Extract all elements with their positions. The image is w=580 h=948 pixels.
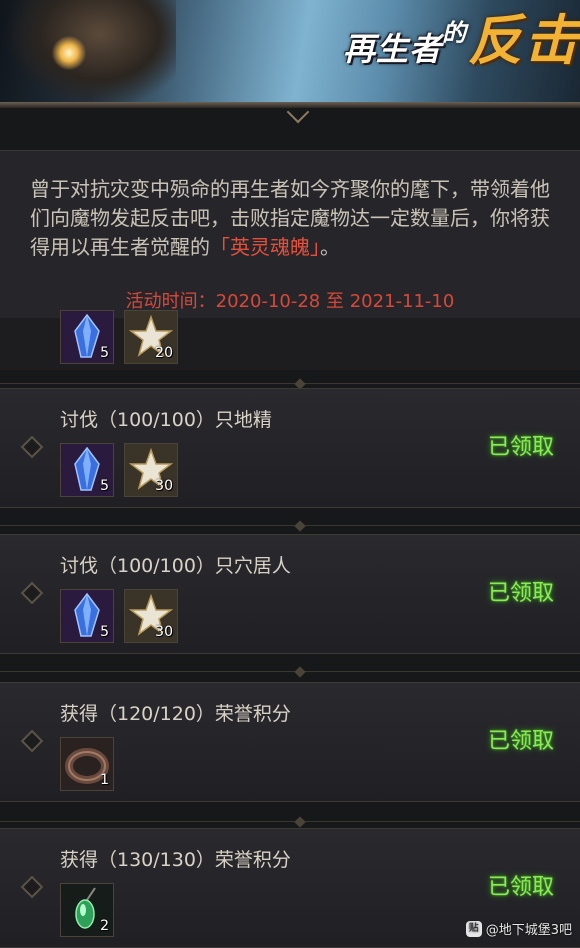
quest-row: 讨伐（100/100）只地精 5 30 已领取: [0, 388, 580, 508]
quest-title: 获得（130/130）荣誉积分: [60, 849, 291, 871]
item-count: 2: [100, 918, 109, 934]
reward-items: 5 30: [60, 589, 178, 643]
tieba-logo-icon: 贴: [465, 920, 482, 937]
reward-item[interactable]: 1: [60, 737, 114, 791]
description-end: 。: [320, 235, 340, 259]
watermark-text: @地下城堡3吧: [485, 923, 572, 938]
reward-item[interactable]: 30: [124, 589, 178, 643]
row-separator: [0, 520, 580, 532]
diamond-bullet-icon: [20, 875, 44, 899]
reward-item[interactable]: 20: [124, 310, 178, 364]
quest-title: 讨伐（100/100）只穴居人: [60, 555, 291, 577]
reward-items: 2: [60, 883, 114, 937]
item-count: 30: [155, 624, 173, 640]
item-count: 30: [155, 478, 173, 494]
watermark: 贴 @地下城堡3吧: [465, 919, 572, 938]
hooded-hero-illustration: [6, 0, 176, 104]
banner-title-part2: 的: [442, 18, 466, 47]
reward-items: 1: [60, 737, 114, 791]
item-count: 1: [100, 772, 109, 788]
claimed-status[interactable]: 已领取: [488, 575, 554, 607]
magic-glow-icon: [52, 36, 86, 70]
diamond-bullet-icon: [20, 581, 44, 605]
quest-title: 获得（120/120）荣誉积分: [60, 703, 291, 725]
reward-item[interactable]: 5: [60, 310, 114, 364]
banner-title: 再生者 的 反击: [343, 10, 580, 70]
diamond-bullet-icon: [20, 729, 44, 753]
event-description-panel: 曾于对抗灾变中殒命的再生者如今齐聚你的麾下，带领着他们向魔物发起反击吧，击败指定…: [0, 150, 580, 319]
banner-title-part3: 反击: [468, 8, 580, 72]
item-count: 5: [100, 478, 109, 494]
reward-items: 5 20: [60, 310, 178, 364]
description-highlight: 「英灵魂魄」: [210, 235, 320, 259]
claimed-status[interactable]: 已领取: [488, 429, 554, 461]
event-description: 曾于对抗灾变中殒命的再生者如今齐聚你的麾下，带领着他们向魔物发起反击吧，击败指定…: [30, 175, 560, 262]
reward-item[interactable]: 2: [60, 883, 114, 937]
item-count: 5: [100, 624, 109, 640]
item-count: 20: [155, 345, 173, 361]
quest-title: 讨伐（100/100）只地精: [60, 409, 272, 431]
reward-item[interactable]: 30: [124, 443, 178, 497]
quest-row-partial: 5 20: [0, 310, 580, 370]
diamond-bullet-icon: [20, 435, 44, 459]
row-separator: [0, 378, 580, 390]
claimed-status[interactable]: 已领取: [488, 869, 554, 901]
claimed-status[interactable]: 已领取: [488, 723, 554, 755]
row-separator: [0, 816, 580, 828]
reward-item[interactable]: 5: [60, 589, 114, 643]
item-count: 5: [100, 345, 109, 361]
row-separator: [0, 666, 580, 678]
reward-items: 5 30: [60, 443, 178, 497]
event-banner: 再生者 的 反击: [0, 0, 580, 104]
reward-item[interactable]: 5: [60, 443, 114, 497]
banner-title-part1: 再生者: [342, 30, 442, 68]
quest-row: 获得（120/120）荣誉积分 1 已领取: [0, 682, 580, 802]
quest-row: 讨伐（100/100）只穴居人 5 30 已领取: [0, 534, 580, 654]
